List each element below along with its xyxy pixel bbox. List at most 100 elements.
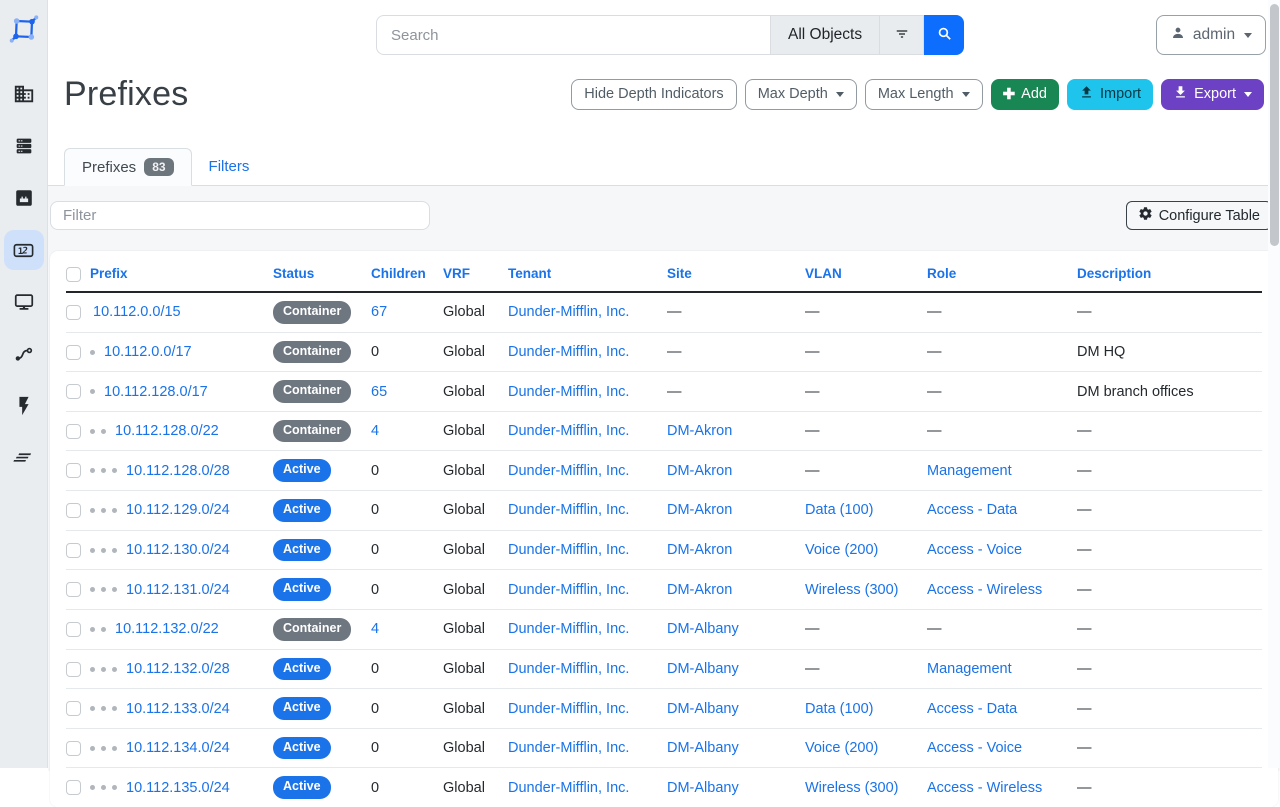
configure-table-button[interactable]: Configure Table	[1126, 201, 1272, 230]
row-checkbox[interactable]	[66, 543, 81, 558]
search-scope-button[interactable]: All Objects	[770, 15, 880, 55]
site-link[interactable]: DM-Albany	[667, 661, 739, 677]
prefix-link[interactable]: 10.112.135.0/24	[126, 780, 230, 796]
tenant-link[interactable]: Dunder-Mifflin, Inc.	[508, 701, 629, 717]
prefix-link[interactable]: 10.112.133.0/24	[126, 701, 230, 717]
tenant-link[interactable]: Dunder-Mifflin, Inc.	[508, 661, 629, 677]
site-link[interactable]: DM-Akron	[667, 582, 732, 598]
prefix-link[interactable]: 10.112.132.0/28	[126, 661, 230, 677]
prefix-link[interactable]: 10.112.129.0/24	[126, 502, 230, 518]
site-link[interactable]: DM-Albany	[667, 780, 739, 796]
site-link[interactable]: DM-Akron	[667, 463, 732, 479]
site-link[interactable]: DM-Akron	[667, 423, 732, 439]
tenant-link[interactable]: Dunder-Mifflin, Inc.	[508, 384, 629, 400]
site-link[interactable]: DM-Akron	[667, 502, 732, 518]
vlan-link[interactable]: Data (100)	[805, 502, 874, 518]
row-checkbox[interactable]	[66, 582, 81, 597]
export-dropdown[interactable]: Export	[1161, 79, 1264, 110]
tenant-link[interactable]: Dunder-Mifflin, Inc.	[508, 463, 629, 479]
prefix-link[interactable]: 10.112.128.0/17	[104, 384, 208, 400]
children-link[interactable]: 4	[371, 423, 379, 439]
tenant-link[interactable]: Dunder-Mifflin, Inc.	[508, 542, 629, 558]
children-link[interactable]: 4	[371, 621, 379, 637]
role-link[interactable]: Access - Voice	[927, 542, 1022, 558]
vlan-link[interactable]: Wireless (300)	[805, 780, 898, 796]
site-link[interactable]: DM-Akron	[667, 542, 732, 558]
children-link[interactable]: 67	[371, 304, 387, 320]
prefix-link[interactable]: 10.112.132.0/22	[115, 621, 219, 637]
row-checkbox[interactable]	[66, 384, 81, 399]
tenant-link[interactable]: Dunder-Mifflin, Inc.	[508, 740, 629, 756]
role-link[interactable]: Management	[927, 661, 1012, 677]
site-link[interactable]: DM-Albany	[667, 701, 739, 717]
sidebar-item-virtualization[interactable]	[4, 282, 44, 322]
row-checkbox[interactable]	[66, 622, 81, 637]
max-length-dropdown[interactable]: Max Length	[865, 79, 983, 110]
sidebar-item-connections[interactable]	[4, 178, 44, 218]
sidebar-item-power[interactable]	[4, 386, 44, 426]
scrollbar-thumb[interactable]	[1270, 4, 1279, 246]
prefix-link[interactable]: 10.112.130.0/24	[126, 542, 230, 558]
netbox-logo[interactable]	[7, 12, 41, 46]
prefix-link[interactable]: 10.112.128.0/28	[126, 463, 230, 479]
role-link[interactable]: Access - Data	[927, 701, 1017, 717]
hide-depth-indicators-button[interactable]: Hide Depth Indicators	[571, 79, 736, 110]
row-checkbox[interactable]	[66, 741, 81, 756]
sidebar-item-circuits[interactable]	[4, 334, 44, 374]
tenant-link[interactable]: Dunder-Mifflin, Inc.	[508, 502, 629, 518]
site-link[interactable]: DM-Albany	[667, 621, 739, 637]
row-checkbox[interactable]	[66, 424, 81, 439]
row-checkbox[interactable]	[66, 463, 81, 478]
role-link[interactable]: Access - Voice	[927, 740, 1022, 756]
vlan-link[interactable]: Voice (200)	[805, 542, 878, 558]
row-checkbox[interactable]	[66, 305, 81, 320]
tenant-link[interactable]: Dunder-Mifflin, Inc.	[508, 621, 629, 637]
tab-filters[interactable]: Filters	[192, 147, 267, 185]
vlan-link[interactable]: Voice (200)	[805, 740, 878, 756]
vlan-link[interactable]: Wireless (300)	[805, 582, 898, 598]
site-link[interactable]: DM-Albany	[667, 740, 739, 756]
column-header-tenant[interactable]: Tenant	[508, 253, 667, 292]
tenant-link[interactable]: Dunder-Mifflin, Inc.	[508, 304, 629, 320]
user-menu-button[interactable]: admin	[1156, 15, 1266, 55]
sidebar-item-devices[interactable]	[4, 126, 44, 166]
column-header-prefix[interactable]: Prefix	[90, 253, 273, 292]
sidebar-item-ipam[interactable]: 1 2	[4, 230, 44, 270]
tab-prefixes[interactable]: Prefixes 83	[64, 148, 192, 186]
prefix-link[interactable]: 10.112.131.0/24	[126, 582, 230, 598]
vlan-link[interactable]: Data (100)	[805, 701, 874, 717]
column-header-site[interactable]: Site	[667, 253, 805, 292]
column-header-status[interactable]: Status	[273, 253, 371, 292]
sidebar-item-provisioning[interactable]	[4, 438, 44, 478]
select-all-checkbox[interactable]	[66, 267, 81, 282]
prefix-link[interactable]: 10.112.0.0/15	[93, 304, 181, 320]
prefix-link[interactable]: 10.112.0.0/17	[104, 344, 192, 360]
tenant-link[interactable]: Dunder-Mifflin, Inc.	[508, 344, 629, 360]
role-link[interactable]: Access - Wireless	[927, 780, 1042, 796]
max-depth-dropdown[interactable]: Max Depth	[745, 79, 857, 110]
search-submit-button[interactable]	[924, 15, 964, 55]
tenant-link[interactable]: Dunder-Mifflin, Inc.	[508, 780, 629, 796]
role-link[interactable]: Access - Wireless	[927, 582, 1042, 598]
prefix-link[interactable]: 10.112.128.0/22	[115, 423, 219, 439]
sidebar-item-organization[interactable]	[4, 74, 44, 114]
search-input[interactable]	[376, 15, 770, 55]
column-header-role[interactable]: Role	[927, 253, 1077, 292]
row-checkbox[interactable]	[66, 345, 81, 360]
row-checkbox[interactable]	[66, 780, 81, 795]
import-button[interactable]: Import	[1067, 79, 1153, 110]
tenant-link[interactable]: Dunder-Mifflin, Inc.	[508, 423, 629, 439]
column-header-description[interactable]: Description	[1077, 253, 1262, 292]
column-header-vlan[interactable]: VLAN	[805, 253, 927, 292]
add-button[interactable]: ✚ Add	[991, 79, 1059, 110]
role-link[interactable]: Management	[927, 463, 1012, 479]
prefix-link[interactable]: 10.112.134.0/24	[126, 740, 230, 756]
column-header-vrf[interactable]: VRF	[443, 253, 508, 292]
tenant-link[interactable]: Dunder-Mifflin, Inc.	[508, 582, 629, 598]
row-checkbox[interactable]	[66, 701, 81, 716]
column-header-children[interactable]: Children	[371, 253, 443, 292]
search-filter-button[interactable]	[880, 15, 924, 55]
children-link[interactable]: 65	[371, 384, 387, 400]
quick-filter-input[interactable]	[50, 201, 430, 230]
role-link[interactable]: Access - Data	[927, 502, 1017, 518]
